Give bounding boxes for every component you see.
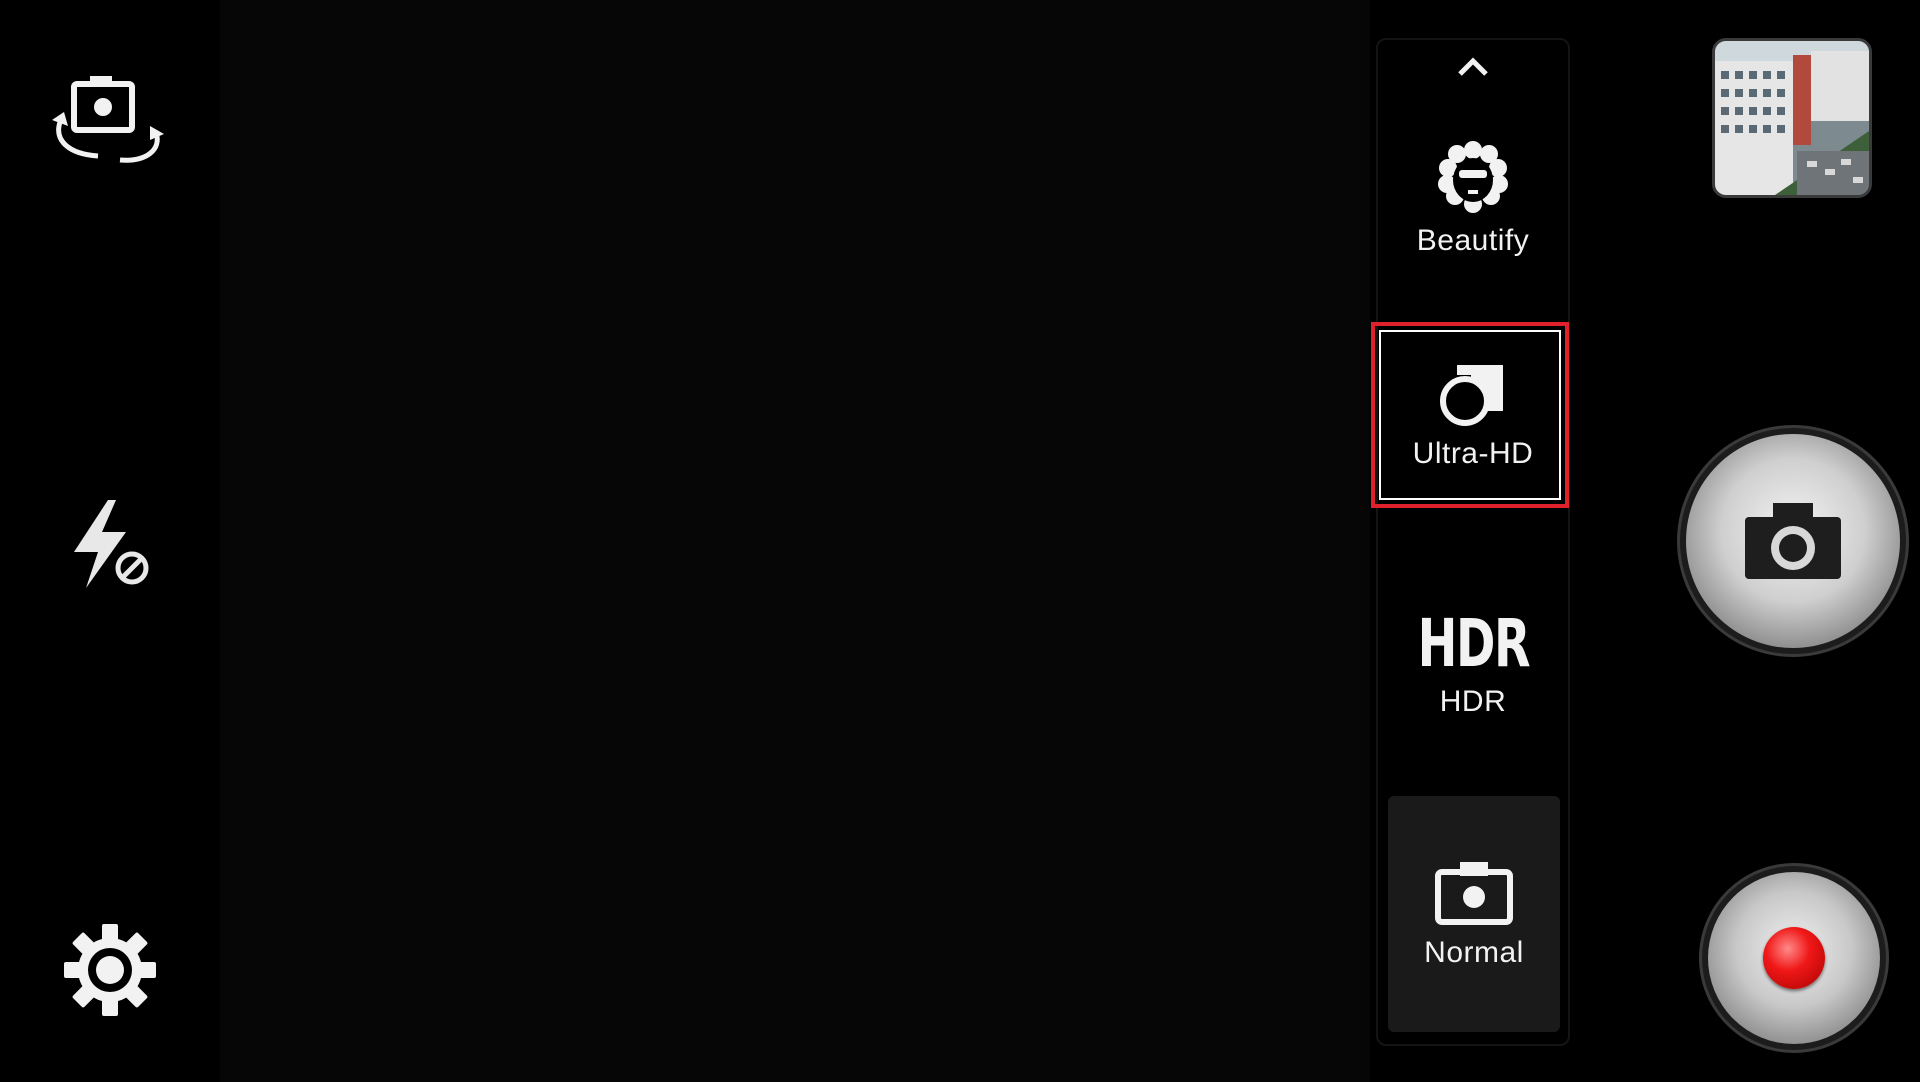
mode-label-normal: Normal <box>1424 936 1524 969</box>
gear-icon <box>64 924 156 1016</box>
mode-normal[interactable]: Normal <box>1388 796 1560 1032</box>
record-button[interactable] <box>1708 872 1880 1044</box>
camera-icon <box>1435 862 1513 925</box>
camera-switch-icon <box>52 76 164 163</box>
mode-beautify[interactable]: Beautify <box>1378 112 1568 282</box>
camera-screen: Beautify Ultra-HD HDR HDR Normal <box>0 0 1920 1082</box>
switch-camera-button[interactable] <box>46 70 170 170</box>
camera-icon <box>1745 503 1841 579</box>
shutter-button[interactable] <box>1686 434 1900 648</box>
flash-off-icon <box>74 500 149 588</box>
mode-label-hdr: HDR <box>1439 685 1507 718</box>
beautify-face-icon <box>1438 141 1508 213</box>
gallery-thumbnail[interactable] <box>1712 38 1872 198</box>
mode-ultra-hd[interactable]: Ultra-HD <box>1378 330 1568 500</box>
mode-hdr[interactable]: HDR HDR <box>1378 570 1568 760</box>
hdr-icon: HDR <box>1417 605 1530 682</box>
mode-strip[interactable]: Beautify Ultra-HD HDR HDR Normal <box>1376 38 1570 1046</box>
scroll-up-button[interactable] <box>1378 56 1568 86</box>
ultra-hd-icon <box>1440 365 1503 426</box>
gallery-preview-image <box>1715 41 1869 195</box>
record-dot-icon <box>1763 927 1825 989</box>
chevron-up-icon <box>1458 57 1488 76</box>
mode-label-ultra-hd: Ultra-HD <box>1412 437 1534 470</box>
flash-button[interactable] <box>64 496 160 596</box>
settings-button[interactable] <box>60 920 160 1020</box>
mode-label-beautify: Beautify <box>1416 224 1530 257</box>
viewfinder[interactable] <box>220 0 1370 1082</box>
